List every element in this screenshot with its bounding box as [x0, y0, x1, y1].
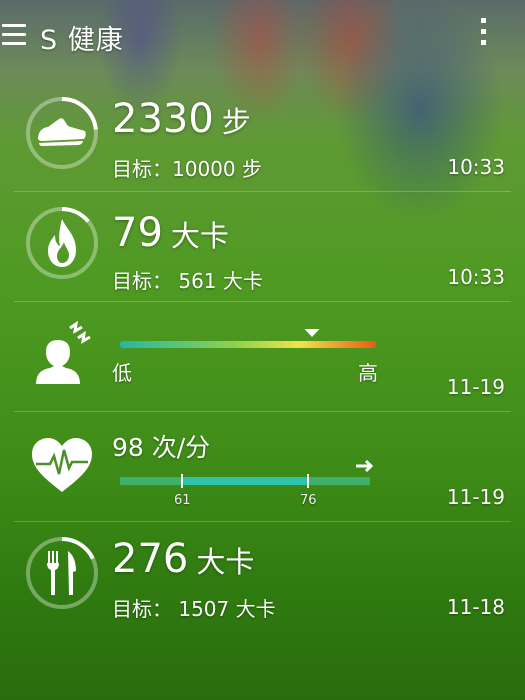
stress-low-label: 低	[112, 361, 132, 385]
stress-level-bar	[120, 329, 376, 348]
heart-rate-range-low: 61	[174, 493, 191, 508]
steps-time: 10:33	[447, 155, 505, 179]
calories-burned-value: 79 大卡	[112, 210, 229, 256]
stress-high-label: 高	[358, 361, 378, 385]
steps-progress-ring	[26, 97, 98, 169]
steps-card[interactable]: 2330 步 目标：10000 步 10:33	[14, 82, 511, 192]
heart-rate-card[interactable]: 98 次/分 61 76 11-19	[14, 412, 511, 522]
food-intake-card[interactable]: 276 大卡 目标： 1507 大卡 11-18	[14, 522, 511, 631]
calories-progress-ring	[26, 207, 98, 279]
fork-knife-icon	[47, 551, 76, 595]
heart-rate-icon	[32, 438, 92, 492]
calories-goal: 目标： 561 大卡	[112, 269, 263, 293]
heart-rate-range-high: 76	[300, 493, 317, 508]
more-options-icon[interactable]	[481, 18, 487, 51]
food-goal: 目标： 1507 大卡	[112, 597, 276, 621]
stress-head-icon	[36, 320, 91, 384]
food-calories-value: 276 大卡	[112, 536, 255, 582]
steps-goal: 目标：10000 步	[112, 157, 262, 181]
heart-rate-time: 11-19	[446, 485, 505, 509]
stress-card[interactable]: 低 高 11-19	[14, 302, 511, 412]
calories-burned-card[interactable]: 79 大卡 目标： 561 大卡 10:33	[14, 192, 511, 302]
food-time: 11-18	[446, 595, 505, 619]
heart-rate-range-bar	[120, 459, 374, 488]
running-shoe-icon	[38, 118, 86, 146]
arrow-right-icon	[356, 459, 374, 473]
flame-icon	[48, 219, 76, 267]
hamburger-menu-icon[interactable]	[2, 24, 26, 46]
stress-level-marker	[304, 329, 320, 337]
calories-time: 10:33	[447, 265, 505, 289]
steps-count: 2330 步	[112, 96, 251, 142]
stress-time: 11-19	[446, 375, 505, 399]
app-title: S 健康	[40, 25, 124, 56]
food-progress-ring	[26, 537, 98, 609]
app-header: S 健康	[0, 0, 525, 72]
